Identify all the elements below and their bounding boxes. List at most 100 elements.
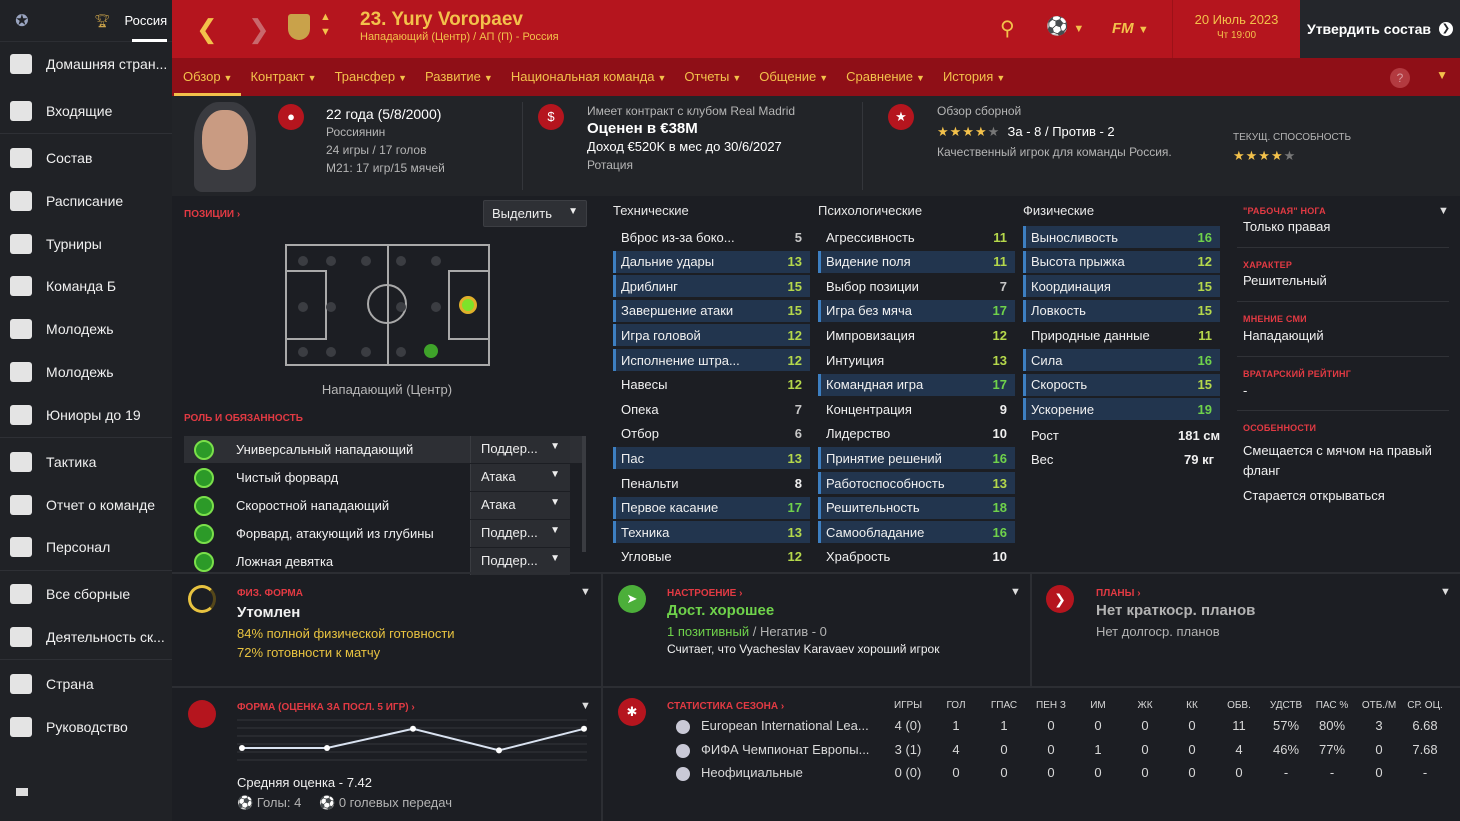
- sidebar-item[interactable]: Молодежь: [0, 351, 172, 393]
- search-icon[interactable]: ⚲: [1000, 16, 1015, 41]
- season-header[interactable]: СТАТИСТИКА СЕЗОНА ›: [667, 701, 784, 712]
- attr-row[interactable]: Координация 15: [1023, 275, 1220, 298]
- stat-col-header[interactable]: ПЕН З: [1029, 700, 1073, 711]
- stat-col-header[interactable]: ЖК: [1123, 700, 1167, 711]
- attr-row[interactable]: Навесы 12: [613, 374, 810, 396]
- tab-5[interactable]: Отчеты ▼: [675, 58, 750, 96]
- stat-row[interactable]: European International Lea... 4 (0) 1 1 0 0 0 0…: [676, 718, 1438, 740]
- sidebar-item[interactable]: Входящие: [0, 90, 172, 132]
- role-row[interactable]: Форвард, атакующий из глубины Поддер... ▼: [184, 520, 582, 547]
- form-point[interactable]: [410, 725, 416, 732]
- attr-row[interactable]: Выбор позиции 7: [818, 275, 1015, 297]
- positions-header[interactable]: ПОЗИЦИИ ›: [184, 209, 240, 220]
- attr-row[interactable]: Сила 16: [1023, 349, 1220, 371]
- stat-row[interactable]: Неофициальные 0 (0) 0 0 0 0 0 0 0 - - 0 -: [676, 765, 1436, 787]
- attr-row[interactable]: Видение поля 11: [818, 250, 1015, 273]
- attr-row[interactable]: Командная игра 17: [818, 373, 1015, 396]
- attr-row[interactable]: Опека 7: [613, 398, 810, 420]
- attr-row[interactable]: Пас 13: [613, 447, 810, 470]
- sidebar-item[interactable]: Домашняя стран...: [0, 43, 172, 85]
- chevron-down-icon[interactable]: ▼: [580, 586, 591, 598]
- attr-row[interactable]: Вброс из-за боко... 5: [613, 226, 810, 248]
- stat-col-header[interactable]: ОБВ.: [1217, 700, 1261, 711]
- collapse-icon[interactable]: [16, 788, 28, 796]
- morale-header[interactable]: НАСТРОЕНИЕ ›: [667, 588, 742, 599]
- attr-row[interactable]: Высота прыжка 12: [1023, 250, 1220, 273]
- ball-menu-icon[interactable]: ⚽ ▼: [1046, 16, 1084, 37]
- attr-row[interactable]: Дальние удары 13: [613, 250, 810, 273]
- highlight-select[interactable]: Выделить ▼: [483, 200, 587, 227]
- attr-row[interactable]: Самообладание 16: [818, 521, 1015, 544]
- duty-select[interactable]: Атака ▼: [470, 492, 570, 519]
- form-header[interactable]: ФОРМА (ОЦЕНКА ЗА ПОСЛ. 5 ИГР) ›: [237, 702, 415, 713]
- form-point[interactable]: [239, 745, 245, 751]
- sidebar-item[interactable]: Молодежь: [0, 308, 172, 350]
- stat-col-header[interactable]: УДСТВ: [1264, 700, 1308, 711]
- country-tab[interactable]: 🏆︎ Россия: [44, 0, 168, 42]
- roles-scrollbar[interactable]: [582, 436, 586, 552]
- help-icon[interactable]: ?: [1390, 68, 1410, 88]
- stat-col-header[interactable]: ИМ: [1076, 700, 1120, 711]
- attr-row[interactable]: Ловкость 15: [1023, 299, 1220, 322]
- attr-row[interactable]: Первое касание 17: [613, 496, 810, 519]
- stat-col-header[interactable]: ПАС %: [1310, 700, 1354, 711]
- forward-arrow-icon[interactable]: ❯: [248, 14, 270, 45]
- attr-row[interactable]: Пенальти 8: [613, 472, 810, 494]
- fm-menu-button[interactable]: FM ▼: [1112, 20, 1149, 37]
- attr-row[interactable]: Работоспособность 13: [818, 472, 1015, 494]
- attr-row[interactable]: Техника 13: [613, 521, 810, 544]
- stat-col-header[interactable]: СР. ОЦ.: [1403, 700, 1447, 711]
- stat-col-header[interactable]: ГОЛ: [934, 700, 978, 711]
- tab-6[interactable]: Общение ▼: [750, 58, 837, 96]
- attr-row[interactable]: Принятие решений 16: [818, 447, 1015, 470]
- sidebar-item[interactable]: Команда Б: [0, 265, 172, 307]
- tab-1[interactable]: Контракт ▼: [241, 58, 325, 96]
- globe-icon[interactable]: ✪: [0, 11, 44, 31]
- stat-col-header[interactable]: ИГРЫ: [886, 700, 930, 711]
- plans-header[interactable]: ПЛАНЫ ›: [1096, 588, 1141, 599]
- tab-8[interactable]: История ▼: [934, 58, 1014, 96]
- attr-row[interactable]: Отбор 6: [613, 423, 810, 445]
- sidebar-item[interactable]: Отчет о команде: [0, 484, 172, 526]
- chevron-down-icon[interactable]: ▼: [1440, 586, 1451, 598]
- stat-row[interactable]: ФИФА Чемпионат Европы... 3 (1) 4 0 0 1 0 0 4 46% 7…: [676, 742, 1438, 764]
- sidebar-item[interactable]: Все сборные: [0, 573, 172, 615]
- duty-select[interactable]: Поддер... ▼: [470, 436, 570, 463]
- form-point[interactable]: [581, 725, 587, 732]
- position-marker-main[interactable]: [459, 296, 477, 314]
- sidebar-item[interactable]: Персонал: [0, 526, 172, 568]
- role-row[interactable]: Чистый форвард Атака ▼: [184, 464, 582, 491]
- tab-0[interactable]: Обзор ▼: [174, 58, 242, 96]
- chevron-down-icon[interactable]: ▼: [1010, 586, 1021, 598]
- role-row[interactable]: Ложная девятка Поддер... ▼: [184, 548, 582, 575]
- stat-col-header[interactable]: ОТБ./М: [1357, 700, 1401, 711]
- attr-row[interactable]: Скорость 15: [1023, 373, 1220, 396]
- sidebar-item[interactable]: Расписание: [0, 180, 172, 222]
- attr-row[interactable]: Игра без мяча 17: [818, 299, 1015, 322]
- attr-row[interactable]: Импровизация 12: [818, 324, 1015, 346]
- role-row[interactable]: Универсальный нападающий Поддер... ▼: [184, 436, 582, 463]
- sidebar-item[interactable]: Руководство: [0, 706, 172, 748]
- tab-7[interactable]: Сравнение ▼: [837, 58, 934, 96]
- confirm-lineup-button[interactable]: Утвердить состав ❯: [1300, 0, 1460, 58]
- date-display[interactable]: 20 Июль 2023 Чт 19:00: [1172, 0, 1300, 58]
- club-crest-icon[interactable]: [288, 14, 310, 40]
- position-marker-alt[interactable]: [424, 344, 438, 358]
- duty-select[interactable]: Поддер... ▼: [470, 548, 570, 575]
- attr-row[interactable]: Завершение атаки 15: [613, 299, 810, 322]
- stat-col-header[interactable]: КК: [1170, 700, 1214, 711]
- attr-row[interactable]: Природные данные 11: [1023, 324, 1220, 346]
- stat-col-header[interactable]: ГПАС: [982, 700, 1026, 711]
- attr-row[interactable]: Интуиция 13: [818, 349, 1015, 371]
- attr-row[interactable]: Агрессивность 11: [818, 226, 1015, 248]
- role-row[interactable]: Скоростной нападающий Атака ▼: [184, 492, 582, 519]
- sidebar-item[interactable]: Юниоры до 19: [0, 394, 172, 436]
- tab-3[interactable]: Развитие ▼: [416, 58, 502, 96]
- attr-row[interactable]: Ускорение 19: [1023, 398, 1220, 421]
- chevron-down-icon[interactable]: ▼: [1436, 68, 1448, 82]
- duty-select[interactable]: Поддер... ▼: [470, 520, 570, 547]
- back-arrow-icon[interactable]: ❮: [196, 14, 218, 45]
- sidebar-item[interactable]: Тактика: [0, 441, 172, 483]
- duty-select[interactable]: Атака ▼: [470, 464, 570, 491]
- attr-row[interactable]: Исполнение штра... 12: [613, 349, 810, 371]
